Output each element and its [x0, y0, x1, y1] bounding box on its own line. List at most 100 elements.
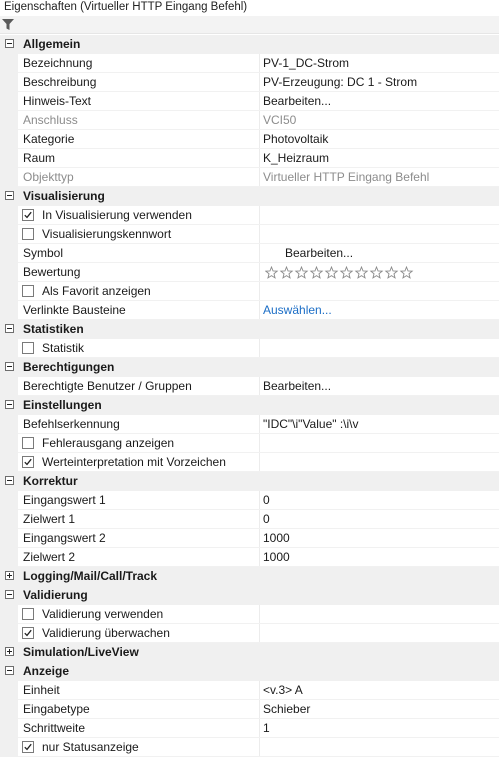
checkmark-icon [24, 211, 32, 219]
property-label: Validierung überwachen [42, 626, 170, 640]
edit-hinweis-button[interactable]: Bearbeiten... [263, 92, 331, 111]
property-grid: Allgemein Bezeichnung PV-1_DC-Strom Besc… [0, 35, 499, 757]
checkbox[interactable] [22, 342, 34, 354]
toolbar [0, 16, 499, 34]
checkbox[interactable] [22, 456, 34, 468]
category-label: Visualisierung [23, 189, 105, 203]
star-icon[interactable] [369, 266, 384, 279]
property-statistik[interactable]: Statistik [0, 339, 499, 358]
property-value[interactable]: "IDC"\i"Value" :\i\v [263, 415, 359, 434]
checkbox[interactable] [22, 608, 34, 620]
rating-stars[interactable] [265, 266, 417, 279]
property-eingabetype[interactable]: Eingabetype Schieber [0, 700, 499, 719]
property-beschreibung[interactable]: Beschreibung PV-Erzeugung: DC 1 - Strom [0, 73, 499, 92]
select-bausteine-link[interactable]: Auswählen... [263, 301, 332, 320]
property-einheit[interactable]: Einheit <v.3> A [0, 681, 499, 700]
property-label: Statistik [42, 341, 85, 355]
property-hinweis-text[interactable]: Hinweis-Text Bearbeiten... [0, 92, 499, 111]
collapse-icon[interactable] [5, 324, 14, 333]
property-vorzeichen[interactable]: Werteinterpretation mit Vorzeichen [0, 453, 499, 472]
category-allgemein[interactable]: Allgemein [0, 35, 499, 54]
property-label: Validierung verwenden [42, 607, 164, 621]
checkbox[interactable] [22, 741, 34, 753]
collapse-icon[interactable] [5, 191, 14, 200]
category-label: Allgemein [23, 37, 81, 51]
property-schrittweite[interactable]: Schrittweite 1 [0, 719, 499, 738]
checkbox[interactable] [22, 228, 34, 240]
category-anzeige[interactable]: Anzeige [0, 662, 499, 681]
category-label: Anzeige [23, 664, 70, 678]
category-logging[interactable]: Logging/Mail/Call/Track [0, 567, 499, 586]
property-bezeichnung[interactable]: Bezeichnung PV-1_DC-Strom [0, 54, 499, 73]
property-zielwert-2[interactable]: Zielwert 2 1000 [0, 548, 499, 567]
star-icon[interactable] [309, 266, 324, 279]
star-icon[interactable] [294, 266, 309, 279]
property-bewertung[interactable]: Bewertung [0, 263, 499, 282]
expand-icon[interactable] [5, 571, 14, 580]
collapse-icon[interactable] [5, 476, 14, 485]
category-berechtigungen[interactable]: Berechtigungen [0, 358, 499, 377]
property-value[interactable]: 1 [263, 719, 270, 738]
expand-icon[interactable] [5, 647, 14, 656]
property-value[interactable]: PV-1_DC-Strom [263, 54, 349, 73]
property-value[interactable]: Schieber [263, 700, 310, 719]
property-value[interactable]: 0 [263, 491, 270, 510]
collapse-icon[interactable] [5, 666, 14, 675]
property-value[interactable]: PV-Erzeugung: DC 1 - Strom [263, 73, 417, 92]
checkbox[interactable] [22, 209, 34, 221]
property-in-visualisierung[interactable]: In Visualisierung verwenden [0, 206, 499, 225]
property-label: Fehlerausgang anzeigen [42, 436, 175, 450]
property-value[interactable]: 1000 [263, 529, 290, 548]
star-icon[interactable] [279, 266, 294, 279]
checkbox[interactable] [22, 285, 34, 297]
property-befehlserkennung[interactable]: Befehlserkennung "IDC"\i"Value" :\i\v [0, 415, 499, 434]
property-raum[interactable]: Raum K_Heizraum [0, 149, 499, 168]
checkbox[interactable] [22, 627, 34, 639]
category-label: Logging/Mail/Call/Track [23, 569, 158, 583]
category-einstellungen[interactable]: Einstellungen [0, 396, 499, 415]
property-value[interactable]: K_Heizraum [263, 149, 329, 168]
star-icon[interactable] [265, 266, 279, 279]
category-label: Validierung [23, 588, 88, 602]
property-verlinkte-bausteine[interactable]: Verlinkte Bausteine Auswählen... [0, 301, 499, 320]
checkbox[interactable] [22, 437, 34, 449]
property-zielwert-1[interactable]: Zielwert 1 0 [0, 510, 499, 529]
filter-icon[interactable] [1, 18, 15, 31]
property-validierung-verwenden[interactable]: Validierung verwenden [0, 605, 499, 624]
edit-symbol-button[interactable]: Bearbeiten... [285, 244, 353, 263]
category-label: Berechtigungen [23, 360, 115, 374]
property-eingangswert-1[interactable]: Eingangswert 1 0 [0, 491, 499, 510]
collapse-icon[interactable] [5, 39, 14, 48]
property-eingangswert-2[interactable]: Eingangswert 2 1000 [0, 529, 499, 548]
star-icon[interactable] [339, 266, 354, 279]
property-nur-statusanzeige[interactable]: nur Statusanzeige [0, 738, 499, 757]
collapse-icon[interactable] [5, 362, 14, 371]
collapse-icon[interactable] [5, 400, 14, 409]
property-fehlerausgang[interactable]: Fehlerausgang anzeigen [0, 434, 499, 453]
property-symbol[interactable]: Symbol Bearbeiten... [0, 244, 499, 263]
property-label: Eingangswert 2 [23, 531, 106, 545]
property-label: nur Statusanzeige [42, 740, 139, 754]
property-favorit[interactable]: Als Favorit anzeigen [0, 282, 499, 301]
collapse-icon[interactable] [5, 590, 14, 599]
property-validierung-ueberwachen[interactable]: Validierung überwachen [0, 624, 499, 643]
property-value[interactable]: 0 [263, 510, 270, 529]
property-value: Virtueller HTTP Eingang Befehl [263, 170, 430, 184]
star-icon[interactable] [354, 266, 369, 279]
property-value[interactable]: Photovoltaik [263, 130, 328, 149]
property-value[interactable]: <v.3> A [263, 681, 303, 700]
property-visualisierungskennwort[interactable]: Visualisierungskennwort [0, 225, 499, 244]
property-value[interactable]: 1000 [263, 548, 290, 567]
star-icon[interactable] [324, 266, 339, 279]
star-icon[interactable] [384, 266, 399, 279]
category-simulation[interactable]: Simulation/LiveView [0, 643, 499, 662]
star-icon[interactable] [399, 266, 414, 279]
category-korrektur[interactable]: Korrektur [0, 472, 499, 491]
edit-benutzer-button[interactable]: Bearbeiten... [263, 377, 331, 396]
window-title: Eigenschaften (Virtueller HTTP Eingang B… [0, 0, 499, 16]
category-statistiken[interactable]: Statistiken [0, 320, 499, 339]
property-berechtigte-benutzer[interactable]: Berechtigte Benutzer / Gruppen Bearbeite… [0, 377, 499, 396]
property-kategorie[interactable]: Kategorie Photovoltaik [0, 130, 499, 149]
category-visualisierung[interactable]: Visualisierung [0, 187, 499, 206]
category-validierung[interactable]: Validierung [0, 586, 499, 605]
